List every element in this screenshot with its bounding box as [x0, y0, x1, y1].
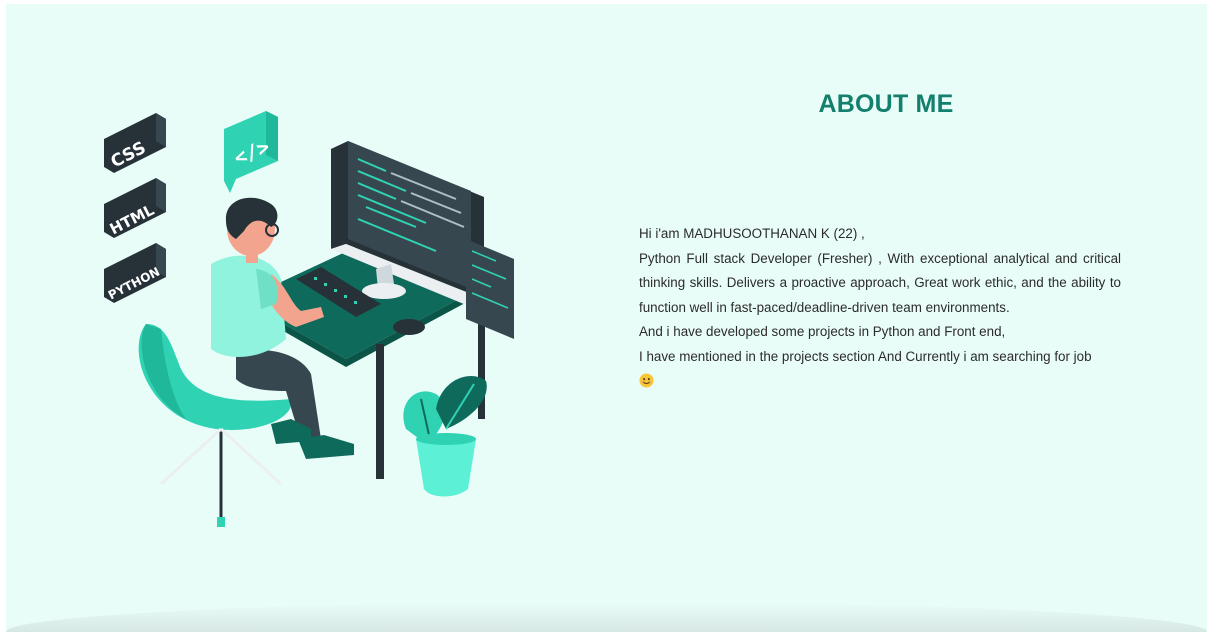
css-badge: CSS: [104, 113, 166, 173]
code-tag-icon: </>: [224, 111, 278, 193]
bio-greeting: Hi i'am MADHUSOOTHANAN K (22) ,: [639, 226, 865, 241]
developer-illustration: CSS HTML PYTHON </>: [104, 111, 514, 527]
mouse: [393, 319, 425, 335]
bio-mention-line: I have mentioned in the projects section…: [639, 348, 1092, 364]
section-bottom-shadow: [6, 602, 1207, 632]
about-section: CSS HTML PYTHON </> ABOUT ME Hi i'am MAD…: [6, 4, 1207, 632]
side-screen: [466, 239, 514, 339]
page-title: ABOUT ME: [818, 90, 954, 118]
plant: [403, 376, 487, 497]
bio-text: Hi i'am MADHUSOOTHANAN K (22) , Python F…: [639, 222, 1121, 397]
python-badge: PYTHON: [104, 243, 166, 303]
html-badge: HTML: [104, 178, 166, 238]
bio-paragraph: Python Full stack Developer (Fresher) , …: [639, 250, 1121, 315]
bio-projects-line: And i have developed some projects in Py…: [639, 324, 1006, 339]
smiling-face-icon: [639, 373, 654, 388]
